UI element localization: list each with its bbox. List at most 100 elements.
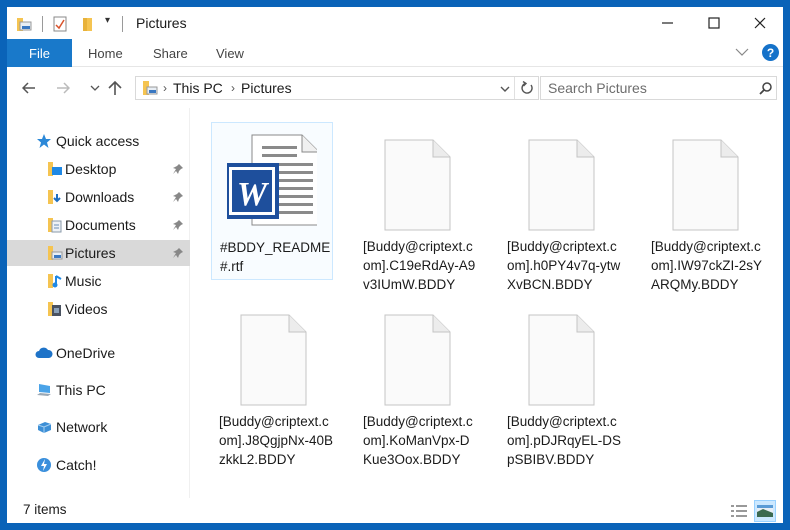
file-name: [Buddy@criptext.com].IW97ckZI-2sYARQMy.B… xyxy=(651,239,763,292)
file-name: [Buddy@criptext.com].J8QgjpNx-40BzkkL2.B… xyxy=(219,414,334,467)
large-icons-view-icon xyxy=(757,505,773,517)
documents-folder-icon xyxy=(48,218,62,233)
sidebar-item-downloads[interactable]: Downloads xyxy=(7,184,190,210)
address-dropdown-icon[interactable] xyxy=(500,85,510,93)
maximize-icon xyxy=(708,17,720,29)
expand-ribbon-icon[interactable] xyxy=(735,45,749,59)
file-name: [Buddy@criptext.com].pDJRqyEL-DSpSBIBV.B… xyxy=(507,414,622,467)
tab-view[interactable]: View xyxy=(216,39,244,67)
file-explorer-window: ▾ Pictures File Home Share View ? › This… xyxy=(7,7,783,523)
desktop-folder-icon xyxy=(48,162,62,176)
folder-pictures-icon[interactable] xyxy=(16,16,32,32)
tab-share[interactable]: Share xyxy=(153,39,188,67)
sidebar-item-music[interactable]: Music xyxy=(7,268,190,294)
search-input[interactable]: Search Pictures xyxy=(540,76,777,100)
close-icon xyxy=(754,17,766,29)
sidebar-item-documents[interactable]: Documents xyxy=(7,212,190,238)
file-item[interactable]: [Buddy@criptext.com].J8QgjpNx-40BzkkL2.B… xyxy=(211,297,333,467)
navigation-bar: › This PC › Pictures Search Pictures xyxy=(7,68,783,108)
sidebar-item-label: Pictures xyxy=(65,245,116,261)
pin-icon[interactable] xyxy=(172,247,184,259)
downloads-folder-icon xyxy=(48,190,61,204)
minimize-icon xyxy=(662,22,673,24)
chevron-down-icon xyxy=(90,85,100,91)
arrow-left-icon xyxy=(22,82,35,94)
tab-file[interactable]: File xyxy=(7,39,72,67)
blank-file-icon xyxy=(240,314,307,406)
breadcrumb-this-pc[interactable]: This PC xyxy=(173,80,223,96)
file-name: [Buddy@criptext.com].KoManVpx-DKue3Oox.B… xyxy=(363,414,473,467)
close-button[interactable] xyxy=(737,7,783,39)
file-item[interactable]: [Buddy@criptext.com].h0PY4v7q-ytwXvBCN.B… xyxy=(499,122,621,292)
search-icon[interactable] xyxy=(759,81,773,95)
pin-icon[interactable] xyxy=(172,191,184,203)
breadcrumb-chevron-icon: › xyxy=(163,81,167,95)
sidebar-item-label: Desktop xyxy=(65,161,117,177)
file-name: [Buddy@criptext.com].C19eRdAy-A9v3IUmW.B… xyxy=(363,239,476,292)
properties-icon[interactable] xyxy=(52,16,68,32)
blank-file-icon xyxy=(528,139,595,231)
refresh-icon[interactable] xyxy=(520,81,534,95)
details-view-button[interactable] xyxy=(728,500,750,522)
blank-file-icon xyxy=(384,139,451,231)
onedrive-icon xyxy=(35,347,53,358)
file-item[interactable]: [Buddy@criptext.com].C19eRdAy-A9v3IUmW.B… xyxy=(355,122,477,292)
customize-toolbar-dropdown-icon[interactable]: ▾ xyxy=(105,15,110,26)
sidebar-item-label: Videos xyxy=(65,301,108,317)
forward-button[interactable] xyxy=(53,78,73,98)
star-icon xyxy=(37,134,51,148)
network-icon xyxy=(37,422,52,433)
pin-icon[interactable] xyxy=(172,219,184,231)
blank-file-icon xyxy=(384,314,451,406)
window-frame xyxy=(0,0,790,7)
videos-folder-icon xyxy=(48,302,61,316)
sidebar-item-onedrive[interactable]: OneDrive xyxy=(7,340,190,366)
file-item[interactable]: [Buddy@criptext.com].pDJRqyEL-DSpSBIBV.B… xyxy=(499,297,621,467)
tab-home[interactable]: Home xyxy=(88,39,123,67)
arrow-up-icon xyxy=(108,80,122,95)
file-name: [Buddy@criptext.com].h0PY4v7q-ytwXvBCN.B… xyxy=(507,239,621,292)
breadcrumb-chevron-icon: › xyxy=(231,81,235,95)
this-pc-icon xyxy=(37,384,51,396)
minimize-button[interactable] xyxy=(645,7,691,39)
music-folder-icon xyxy=(48,274,62,288)
recent-locations-button[interactable] xyxy=(85,78,105,98)
details-view-icon xyxy=(731,505,747,517)
help-button[interactable]: ? xyxy=(762,44,779,61)
sidebar-item-pictures[interactable]: Pictures xyxy=(7,240,190,266)
pin-icon[interactable] xyxy=(172,163,184,175)
sidebar-item-label: Quick access xyxy=(56,133,140,149)
sidebar-item-label: Catch! xyxy=(56,457,97,473)
arrow-right-icon xyxy=(57,82,70,94)
sidebar-item-label: Downloads xyxy=(65,189,135,205)
file-item[interactable]: [Buddy@criptext.com].IW97ckZI-2sYARQMy.B… xyxy=(643,122,765,292)
back-button[interactable] xyxy=(19,78,39,98)
title-bar: ▾ Pictures xyxy=(7,7,783,39)
sidebar-item-desktop[interactable]: Desktop xyxy=(7,156,190,182)
file-item[interactable]: W #BDDY_README#.rtf xyxy=(211,122,333,280)
file-item[interactable]: [Buddy@criptext.com].KoManVpx-DKue3Oox.B… xyxy=(355,297,477,467)
sidebar-item-videos[interactable]: Videos xyxy=(7,296,190,322)
sidebar-item-quick-access[interactable]: Quick access xyxy=(7,128,190,154)
ribbon-tabs: File Home Share View ? xyxy=(7,39,783,67)
maximize-button[interactable] xyxy=(691,7,737,39)
search-placeholder: Search Pictures xyxy=(548,80,647,96)
svg-text:W: W xyxy=(237,176,270,213)
breadcrumb-pictures[interactable]: Pictures xyxy=(241,80,292,96)
sidebar-item-network[interactable]: Network xyxy=(7,414,190,440)
file-name: #BDDY_README#.rtf xyxy=(220,240,331,274)
large-icons-view-button[interactable] xyxy=(754,500,776,522)
new-folder-icon[interactable] xyxy=(80,16,96,32)
sidebar-item-label: OneDrive xyxy=(56,345,116,361)
word-document-icon: W xyxy=(227,134,317,226)
status-bar: 7 items xyxy=(7,498,783,523)
address-bar[interactable]: › This PC › Pictures xyxy=(135,76,539,100)
pictures-folder-icon xyxy=(48,246,63,260)
sidebar-item-catch[interactable]: Catch! xyxy=(7,452,190,478)
sidebar-item-label: Music xyxy=(65,273,102,289)
up-button[interactable] xyxy=(105,78,125,98)
sidebar-item-label: This PC xyxy=(56,382,106,398)
navigation-pane: Quick access Desktop Downloads Documents… xyxy=(7,108,190,498)
sidebar-item-this-pc[interactable]: This PC xyxy=(7,377,190,403)
blank-file-icon xyxy=(672,139,739,231)
